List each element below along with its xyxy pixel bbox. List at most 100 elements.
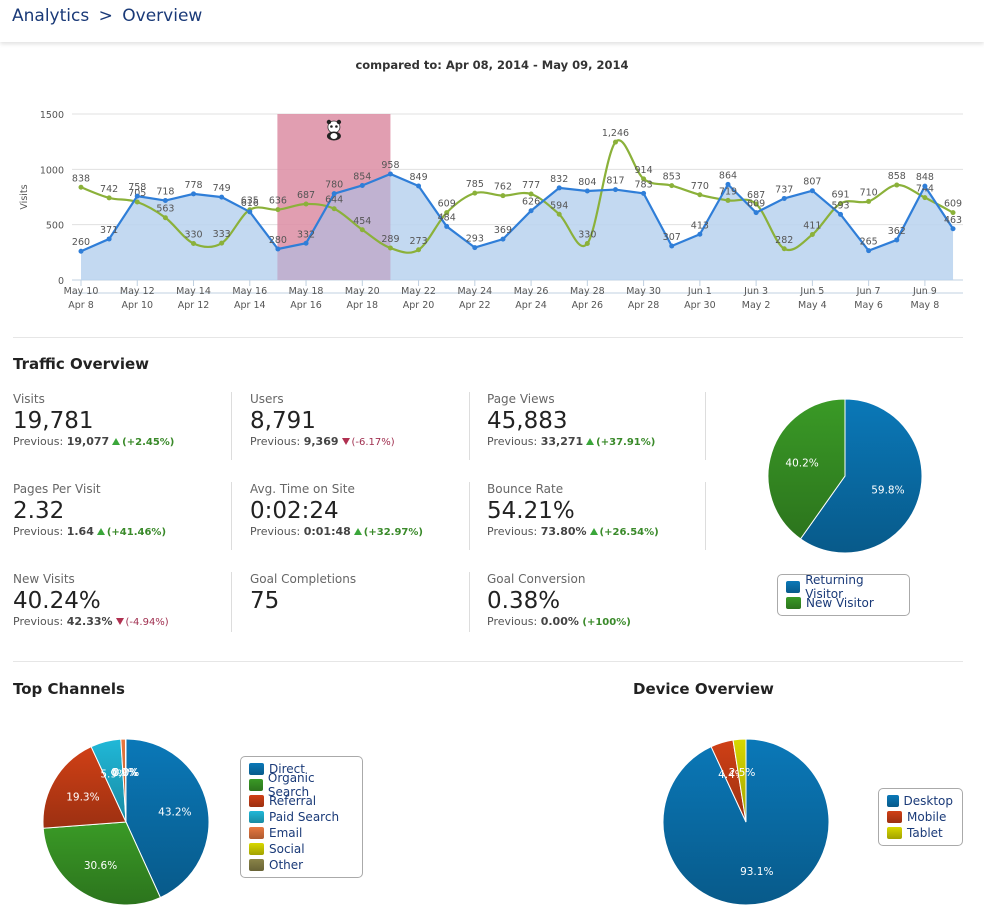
current-data-label: 783: [635, 179, 653, 190]
current-data-label: 958: [381, 160, 399, 171]
x-tick-label-previous: Apr 8: [68, 300, 94, 311]
current-data-label: 780: [325, 180, 343, 191]
previous-data-label: 785: [466, 179, 484, 190]
previous-label: Previous:: [13, 615, 64, 628]
legend-swatch: [249, 795, 264, 807]
previous-label: Previous:: [13, 525, 64, 538]
legend-item-mobile[interactable]: Mobile: [887, 809, 953, 825]
legend-label: Desktop: [903, 794, 954, 808]
metric-goal-completions: Goal Completions 75: [250, 572, 470, 614]
legend-swatch: [887, 795, 899, 807]
previous-data-label: 687: [297, 190, 315, 201]
current-point: [528, 208, 534, 214]
previous-data-label: 710: [860, 187, 878, 198]
current-data-label: 749: [213, 183, 231, 194]
previous-point: [500, 193, 506, 199]
current-data-label: 616: [241, 198, 259, 209]
legend-swatch: [249, 779, 263, 791]
x-tick-label-current: May 24: [457, 286, 492, 297]
current-point: [584, 188, 590, 194]
legend-item-paid-search[interactable]: Paid Search: [249, 809, 353, 825]
previous-point: [219, 240, 225, 246]
visitor-type-legend: Returning Visitor New Visitor: [777, 573, 910, 616]
metric-label: Pages Per Visit: [13, 482, 101, 496]
visitor-type-pie-chart: 59.8% 40.2%: [767, 398, 923, 554]
current-data-label: 737: [775, 184, 793, 195]
current-data-label: 778: [184, 180, 202, 191]
current-data-label: 854: [353, 171, 371, 182]
legend-swatch: [249, 811, 264, 823]
metric-previous: Previous: 0.00% (+100%): [487, 615, 707, 628]
previous-data-label: 330: [578, 229, 596, 240]
current-data-label: 718: [156, 187, 174, 198]
previous-point: [612, 139, 618, 145]
legend-label: Other: [269, 858, 304, 872]
current-point: [387, 171, 393, 177]
legend-item-social[interactable]: Social: [249, 841, 353, 857]
x-tick-label-current: Jun 1: [687, 286, 712, 297]
metric-label: Visits: [13, 392, 45, 406]
legend-item-organic-search[interactable]: Organic Search: [249, 771, 353, 799]
current-point: [331, 191, 337, 197]
previous-data-label: 644: [325, 195, 343, 206]
legend-item-desktop[interactable]: Desktop: [887, 793, 953, 809]
trend-up-icon: [589, 528, 598, 535]
previous-point: [584, 240, 590, 246]
previous-data-label: 563: [156, 204, 174, 215]
current-data-label: 332: [297, 229, 315, 240]
current-point: [894, 237, 900, 243]
breadcrumb-analytics[interactable]: Analytics: [12, 6, 89, 26]
legend-item-email[interactable]: Email: [249, 825, 353, 841]
device-overview-title: Device Overview: [633, 680, 774, 698]
current-data-label: 307: [663, 232, 681, 243]
current-point: [444, 223, 450, 229]
previous-point: [809, 232, 815, 238]
previous-point: [387, 245, 393, 251]
x-tick-label-previous: May 2: [742, 300, 771, 311]
current-data-label: 817: [606, 176, 624, 187]
previous-data-label: 853: [663, 172, 681, 183]
previous-data-label: 691: [831, 190, 849, 201]
previous-point: [134, 199, 140, 205]
metric-previous: Previous: 0:01:48 (+32.97%): [250, 525, 470, 538]
previous-point: [331, 206, 337, 212]
current-point: [191, 191, 197, 197]
x-tick-label-previous: Apr 24: [515, 300, 547, 311]
previous-data-label: 777: [522, 180, 540, 191]
current-data-label: 369: [494, 225, 512, 236]
breadcrumb: Analytics > Overview: [12, 6, 202, 26]
metric-label: Goal Conversion: [487, 572, 586, 586]
legend-item-tablet[interactable]: Tablet: [887, 825, 953, 841]
trend-up-icon: [586, 438, 595, 445]
previous-data-label: 411: [803, 221, 821, 232]
metric-value: 54.21%: [487, 498, 575, 524]
column-divider: [231, 482, 232, 550]
previous-label: Previous:: [250, 435, 301, 448]
x-tick-label-previous: Apr 30: [684, 300, 716, 311]
current-point: [725, 181, 731, 187]
x-tick-label-previous: Apr 22: [459, 300, 491, 311]
x-tick-label-current: May 12: [120, 286, 155, 297]
previous-data-label: 762: [494, 182, 512, 193]
metric-label: Page Views: [487, 392, 555, 406]
current-point: [78, 248, 84, 254]
previous-data-label: 719: [719, 186, 737, 197]
metric-previous: Previous: 73.80% (+26.54%): [487, 525, 707, 538]
x-tick-label-current: May 20: [345, 286, 380, 297]
current-data-label: 609: [747, 199, 765, 210]
legend-item-other[interactable]: Other: [249, 857, 353, 873]
current-point: [472, 245, 478, 251]
x-tick-label-current: May 22: [401, 286, 436, 297]
legend-item-returning-visitor[interactable]: Returning Visitor: [786, 573, 900, 601]
previous-data-label: 914: [635, 165, 653, 176]
legend-swatch: [887, 811, 902, 823]
previous-data-label: 273: [409, 236, 427, 247]
previous-point: [78, 184, 84, 190]
previous-data-label: 333: [213, 229, 231, 240]
metric-page-views: Page Views 45,883 Previous: 33,271 (+37.9…: [487, 392, 707, 448]
legend-label: Referral: [269, 794, 317, 808]
x-tick-label-current: Jun 9: [912, 286, 937, 297]
metric-label: Users: [250, 392, 284, 406]
panda-icon: [326, 119, 342, 141]
pie-label-referral: 19.3%: [66, 792, 99, 804]
